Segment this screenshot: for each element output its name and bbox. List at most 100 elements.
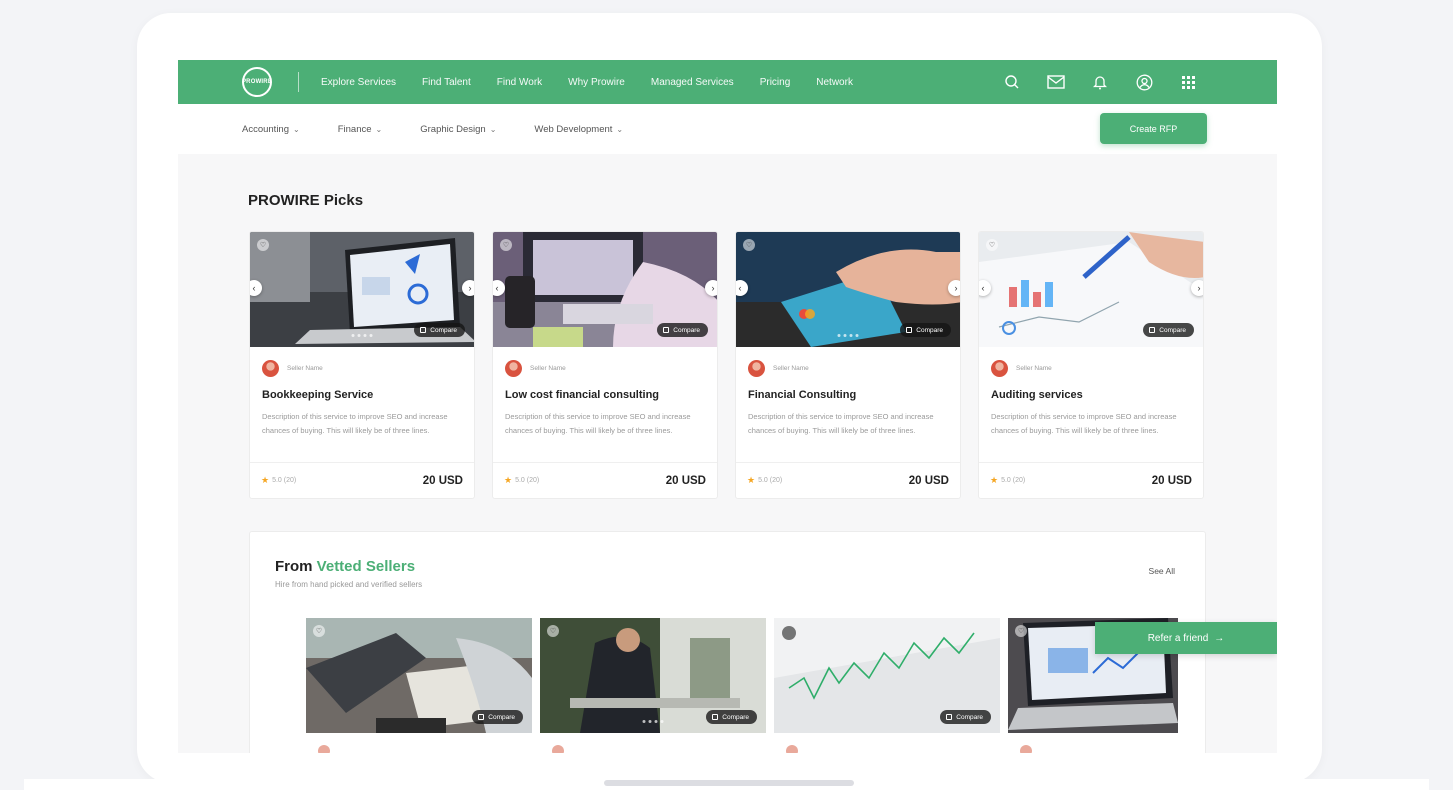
favorite-icon[interactable]: ♡ [986,239,998,251]
compare-button[interactable]: Compare [940,710,991,724]
picks-card-list: ♡ ‹ › Compare Seller Name Bookkeeping Se… [249,231,1204,499]
avatar [552,745,564,753]
nav-why-prowire[interactable]: Why Prowire [568,77,625,88]
card-footer: ★ 5.0 (20) 20 USD [979,462,1203,498]
vetted-card-footer-strip [306,733,1180,753]
service-image-charts: ♡ ‹ › Compare [979,232,1203,347]
seller-info[interactable]: Seller Name [991,360,1052,377]
service-image-typing: ♡ ‹ › Compare [493,232,717,347]
category-label: Accounting [242,123,290,135]
mail-icon[interactable] [1045,71,1067,93]
nav-find-talent[interactable]: Find Talent [422,77,471,88]
compare-checkbox-icon [420,327,427,333]
category-accounting[interactable]: Accounting ⌄ [242,124,300,135]
bell-icon[interactable] [1089,71,1111,93]
star-icon: ★ [747,475,756,485]
category-label: Finance [337,123,372,135]
compare-button[interactable]: Compare [472,710,523,724]
compare-label: Compare [722,713,749,721]
service-description: Description of this service to improve S… [262,412,448,435]
rating: ★ 5.0 (20) [990,475,1025,486]
star-icon: ★ [261,475,270,485]
nav-managed-services[interactable]: Managed Services [651,77,734,88]
card-footer: ★ 5.0 (20) 20 USD [736,462,960,498]
compare-label: Compare [488,713,515,721]
vetted-service-image-businessman[interactable]: ♡ Compare [540,618,766,733]
vetted-subtitle: Hire from hand picked and verified selle… [275,580,423,589]
vetted-title: From Vetted Sellers [275,558,415,575]
price: 20 USD [665,474,706,487]
nav-pricing[interactable]: Pricing [760,77,791,88]
service-card[interactable]: ♡ ‹ › Compare Seller Name Financial Cons… [735,231,961,499]
avatar [1020,745,1032,753]
seller-info[interactable]: Seller Name [748,360,809,377]
prowire-logo[interactable]: PROWIRE [242,67,272,97]
compare-label: Compare [956,713,983,721]
compare-button[interactable]: Compare [1143,323,1194,337]
carousel-next-icon[interactable]: › [1191,280,1203,296]
seller-name: Seller Name [1016,365,1052,372]
user-icon[interactable] [1133,71,1155,93]
favorite-icon[interactable]: ♡ [313,625,325,637]
compare-checkbox-icon [663,327,670,333]
create-rfp-button[interactable]: Create RFP [1100,113,1207,144]
service-card[interactable]: ♡ ‹ › Compare Seller Name Auditing servi… [978,231,1204,499]
category-finance[interactable]: Finance ⌄ [338,124,383,135]
refer-friend-button[interactable]: Refer a friend → [1095,622,1277,654]
carousel-next-icon[interactable]: › [948,280,960,296]
favorite-icon[interactable]: ♡ [743,239,755,251]
seller-info[interactable]: Seller Name [262,360,323,377]
seller-name: Seller Name [773,365,809,372]
favorite-icon[interactable]: ♡ [500,239,512,251]
rating-value: 5.0 (20) [1001,477,1026,484]
service-card[interactable]: ♡ ‹ › Compare Seller Name Low cost finan… [492,231,718,499]
vetted-card-list: ♡ Compare ♡ Compare Compare ♡ [306,618,1178,733]
app-screen: PROWIRE Explore Services Find Talent Fin… [178,60,1277,753]
seller-info[interactable]: Seller Name [505,360,566,377]
nav-explore-services[interactable]: Explore Services [321,77,396,88]
card-footer: ★ 5.0 (20) 20 USD [250,462,474,498]
arrow-right-icon: → [1214,632,1225,644]
compare-button[interactable]: Compare [657,323,708,337]
avatar [318,745,330,753]
vetted-service-image-line-chart[interactable]: Compare [774,618,1000,733]
rating-value: 5.0 (20) [758,477,783,484]
service-card[interactable]: ♡ ‹ › Compare Seller Name Bookkeeping Se… [249,231,475,499]
nav-find-work[interactable]: Find Work [497,77,542,88]
seller-name: Seller Name [530,365,566,372]
carousel-next-icon[interactable]: › [705,280,717,296]
service-description: Description of this service to improve S… [505,412,691,435]
vetted-service-image-meeting[interactable]: ♡ Compare [306,618,532,733]
laptop-base [24,779,1429,790]
chevron-down-icon: ⌄ [293,124,300,134]
category-web-development[interactable]: Web Development ⌄ [534,124,623,135]
compare-checkbox-icon [1149,327,1156,333]
service-title[interactable]: Financial Consulting [748,389,856,401]
service-title[interactable]: Bookkeeping Service [262,389,373,401]
price: 20 USD [908,474,949,487]
service-description: Description of this service to improve S… [748,412,934,435]
favorite-icon[interactable]: ♡ [1015,625,1027,637]
category-label: Graphic Design [420,123,486,135]
service-title[interactable]: Auditing services [991,389,1083,401]
vetted-sellers-section: From Vetted Sellers Hire from hand picke… [249,531,1206,753]
apps-grid-icon[interactable] [1177,71,1199,93]
carousel-next-icon[interactable]: › [462,280,474,296]
service-image-laptop: ♡ ‹ › Compare [250,232,474,347]
rating: ★ 5.0 (20) [504,475,539,486]
category-graphic-design[interactable]: Graphic Design ⌄ [420,124,496,135]
search-icon[interactable] [1001,71,1023,93]
rating: ★ 5.0 (20) [261,475,296,486]
rating: ★ 5.0 (20) [747,475,782,486]
see-all-link[interactable]: See All [1149,566,1175,576]
favorite-icon[interactable]: ♡ [547,625,559,637]
avatar [748,360,765,377]
compare-button[interactable]: Compare [414,323,465,337]
favorite-icon[interactable]: ♡ [257,239,269,251]
compare-button[interactable]: Compare [900,323,951,337]
nav-network[interactable]: Network [816,77,853,88]
service-title[interactable]: Low cost financial consulting [505,389,659,401]
picks-title: PROWIRE Picks [248,192,364,209]
compare-button[interactable]: Compare [706,710,757,724]
chevron-down-icon: ⌄ [375,124,383,134]
